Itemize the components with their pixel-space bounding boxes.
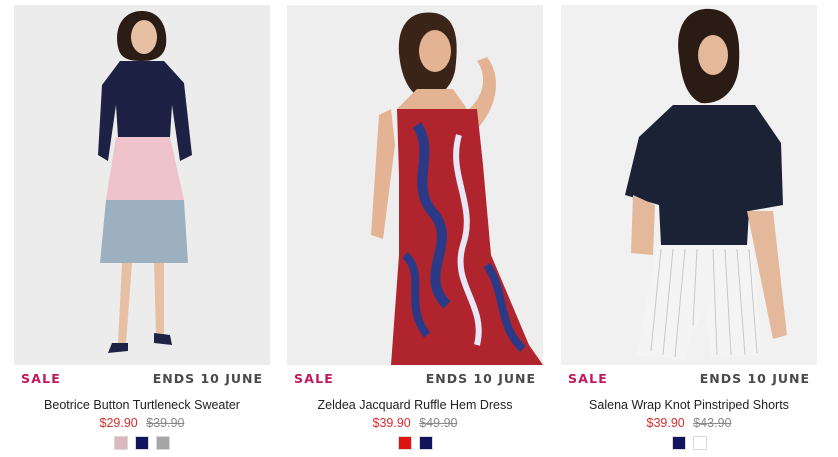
color-swatches: [561, 436, 817, 450]
product-name[interactable]: Salena Wrap Knot Pinstriped Shorts: [561, 398, 817, 412]
product-card[interactable]: SALE ENDS 10 JUNE Beotrice Button Turtle…: [14, 5, 270, 457]
price-row: $39.90 $43.90: [561, 416, 817, 430]
price-row: $39.90 $49.90: [287, 416, 543, 430]
color-swatch[interactable]: [135, 436, 149, 450]
product-image[interactable]: [561, 5, 817, 365]
color-swatch[interactable]: [671, 436, 686, 450]
sale-price: $39.90: [646, 416, 685, 430]
sale-price: $29.90: [99, 416, 138, 430]
promo-end-date: ENDS 10 JUNE: [699, 371, 810, 386]
promo-end-date: ENDS 10 JUNE: [425, 371, 536, 386]
original-price: $39.90: [146, 416, 185, 430]
model-photo: [561, 5, 817, 365]
product-card[interactable]: SALE ENDS 10 JUNE Salena Wrap Knot Pinst…: [561, 5, 817, 457]
original-price: $43.90: [693, 416, 732, 430]
product-name[interactable]: Zeldea Jacquard Ruffle Hem Dress: [287, 398, 543, 412]
promo-end-date: ENDS 10 JUNE: [152, 371, 263, 386]
color-swatches: [287, 436, 543, 450]
model-photo: [14, 5, 270, 365]
color-swatch[interactable]: [397, 436, 412, 450]
model-photo: [287, 5, 543, 365]
sale-price: $39.90: [372, 416, 411, 430]
sale-badge: SALE: [568, 371, 608, 386]
product-card[interactable]: SALE ENDS 10 JUNE Zeldea Jacquard Ruffle…: [287, 5, 543, 457]
original-price: $49.90: [419, 416, 458, 430]
color-swatch[interactable]: [114, 436, 128, 450]
sale-badge: SALE: [294, 371, 334, 386]
color-swatch[interactable]: [156, 436, 170, 450]
price-row: $29.90 $39.90: [14, 416, 270, 430]
product-image[interactable]: [14, 5, 270, 365]
product-name[interactable]: Beotrice Button Turtleneck Sweater: [14, 398, 270, 412]
color-swatch[interactable]: [692, 436, 707, 450]
sale-badge: SALE: [21, 371, 61, 386]
color-swatch[interactable]: [418, 436, 433, 450]
color-swatches: [14, 436, 270, 450]
product-image[interactable]: [287, 5, 543, 365]
